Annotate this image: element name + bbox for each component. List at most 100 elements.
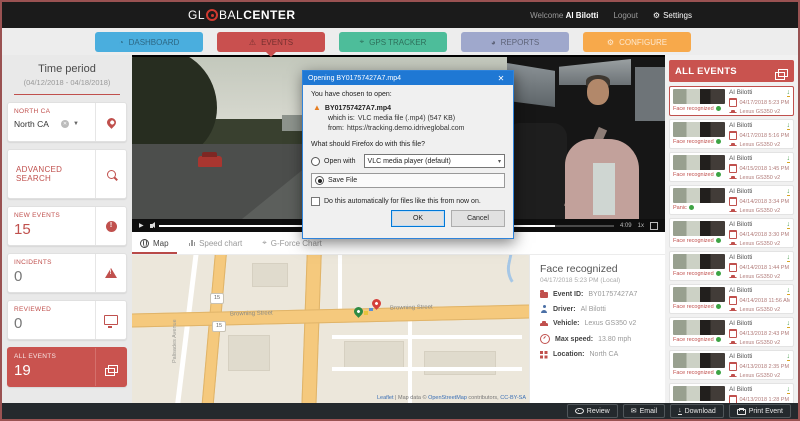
event-thumbnail [673, 353, 725, 368]
dialog-titlebar[interactable]: Opening BY01757427A7.mp4 ✕ [303, 71, 513, 85]
street-label: Browning Street [390, 305, 433, 312]
globe-icon [140, 239, 149, 248]
tab-speed-chart[interactable]: Speed chart [189, 232, 243, 254]
download-icon[interactable]: ↓ [787, 221, 791, 229]
new-events-card[interactable]: NEW EVENTS 15 [7, 206, 127, 246]
nav-tab-configure[interactable]: ⚙ CONFIGURE [583, 32, 691, 52]
dialog-question: What should Firefox do with this file? [311, 141, 505, 148]
playback-rate-button[interactable]: 1x [638, 223, 644, 229]
leaflet-link[interactable]: Leaflet [377, 395, 394, 401]
eye-icon [575, 408, 584, 415]
detail-label: Vehicle: [553, 320, 579, 327]
time-period-range[interactable]: (04/12/2018 - 04/18/2018) [2, 78, 132, 87]
close-icon[interactable]: ✕ [494, 74, 508, 83]
event-card[interactable]: Face recognized Al Bilotti 04/14/2018 11… [669, 284, 794, 314]
eye-icon [716, 106, 721, 111]
event-card[interactable]: Face recognized Al Bilotti 04/13/2018 2:… [669, 317, 794, 347]
clear-icon[interactable]: ✕ [61, 120, 69, 128]
save-file-option[interactable]: Save File [311, 173, 505, 188]
download-icon[interactable]: ↓ [787, 287, 791, 295]
map-marker-blue-icon[interactable] [369, 308, 373, 311]
event-card[interactable]: Face recognized Al Bilotti 04/13/2018 2:… [669, 350, 794, 380]
play-button[interactable]: ▶ [139, 223, 144, 229]
event-thumbnail [673, 89, 725, 104]
nav-tab-events[interactable]: ⚠ EVENTS [217, 32, 325, 52]
volume-icon[interactable] [150, 224, 153, 228]
region-filter-card[interactable]: NORTH CA North CA ✕ ▼ [7, 102, 127, 142]
map-road-minor [338, 255, 342, 309]
event-driver-name: Al Bilotti [729, 155, 790, 162]
download-icon[interactable]: ↓ [787, 89, 791, 97]
nav-label: GPS TRACKER [369, 38, 426, 47]
save-file-radio[interactable] [315, 176, 324, 185]
event-driver-name: Al Bilotti [729, 287, 790, 294]
open-with-select[interactable]: VLC media player (default) ▾ [364, 154, 505, 168]
license-link[interactable]: CC-BY-SA [500, 395, 526, 401]
nav-tab-reports[interactable]: ◕ REPORTS [461, 32, 569, 52]
download-icon[interactable]: ↓ [787, 353, 791, 361]
calendar-icon [729, 263, 737, 272]
event-card[interactable]: Face recognized Al Bilotti 04/13/2018 1:… [669, 383, 794, 403]
fullscreen-icon[interactable] [650, 222, 658, 230]
all-events-card[interactable]: ALL EVENTS 19 [7, 347, 127, 387]
header-actions: Welcome Al Bilotti Logout ⚙ Settings [530, 11, 692, 20]
detail-value: Al Bilotti [581, 306, 606, 313]
settings-link[interactable]: ⚙ Settings [653, 11, 692, 20]
event-driver-name: Al Bilotti [729, 254, 790, 261]
review-button[interactable]: Review [567, 404, 618, 418]
speedometer-icon [540, 334, 550, 344]
osm-link[interactable]: OpenStreetMap [428, 395, 467, 401]
event-card[interactable]: Face recognized Al Bilotti 04/17/2018 5:… [669, 86, 794, 116]
logo-text-suffix: CENTER [243, 9, 295, 21]
car-icon [729, 343, 737, 345]
dialog-filename: BY01757427A7.mp4 [325, 105, 391, 112]
detail-value: North CA [590, 351, 619, 358]
event-driver-name: Al Bilotti [729, 221, 790, 228]
map-river [502, 255, 530, 295]
reviewed-card[interactable]: REVIEWED 0 [7, 300, 127, 340]
download-icon[interactable]: ↓ [787, 320, 791, 328]
advanced-search-card[interactable]: ADVANCED SEARCH [7, 149, 127, 199]
nav-tab-dashboard[interactable]: ◔ DASHBOARD [95, 32, 203, 52]
nav-tab-gps-tracker[interactable]: ⌖ GPS TRACKER [339, 32, 447, 52]
print-event-button[interactable]: Print Event [729, 404, 791, 418]
vehicle-icon [540, 323, 548, 326]
tab-label: G-Force Chart [271, 239, 322, 248]
event-card[interactable]: Panic Al Bilotti 04/14/2018 3:34 PM Lexu… [669, 185, 794, 215]
calendar-icon [729, 395, 737, 403]
download-icon[interactable]: ↓ [787, 254, 791, 262]
tab-map[interactable]: Map [140, 232, 169, 254]
email-button[interactable]: ✉ Email [623, 404, 665, 418]
ok-button[interactable]: OK [391, 210, 445, 227]
auto-checkbox[interactable] [311, 197, 320, 206]
logo: GL BAL CENTER [188, 9, 296, 21]
calendar-icon [729, 296, 737, 305]
cancel-button[interactable]: Cancel [451, 210, 505, 227]
event-vehicle: Lexus GS350 v2 [740, 109, 781, 113]
map-marker-yellow-icon[interactable] [364, 311, 368, 315]
review-label: Review [587, 408, 610, 415]
event-details-panel: Face recognized 04/17/2018 5:23 PM (Loca… [530, 255, 665, 403]
open-with-radio[interactable] [311, 157, 320, 166]
event-card[interactable]: Face recognized Al Bilotti 04/15/2018 1:… [669, 152, 794, 182]
calendar-icon [729, 131, 737, 140]
dashboard-icon: ◔ [119, 38, 124, 47]
event-card[interactable]: Face recognized Al Bilotti 04/14/2018 3:… [669, 218, 794, 248]
download-button[interactable]: ↓ Download [670, 404, 724, 418]
event-card[interactable]: Face recognized Al Bilotti 04/17/2018 5:… [669, 119, 794, 149]
event-card[interactable]: Face recognized Al Bilotti 04/14/2018 1:… [669, 251, 794, 281]
stack-icon[interactable] [778, 69, 788, 77]
logout-link[interactable]: Logout [613, 11, 637, 20]
event-tag-label: Face recognized [673, 106, 714, 112]
region-select[interactable]: North CA ✕ ▼ [14, 119, 89, 129]
logo-target-icon [206, 9, 218, 21]
eye-icon [689, 205, 694, 210]
download-icon[interactable]: ↓ [787, 386, 791, 394]
map-canvas[interactable]: 15 15 Browning Street Browning Street Pa… [132, 255, 530, 403]
from-label: from: [328, 125, 344, 132]
download-icon[interactable]: ↓ [787, 188, 791, 196]
new-events-count: 15 [14, 222, 89, 237]
incidents-card[interactable]: INCIDENTS 0 [7, 253, 127, 293]
download-icon[interactable]: ↓ [787, 122, 791, 130]
download-icon[interactable]: ↓ [787, 155, 791, 163]
